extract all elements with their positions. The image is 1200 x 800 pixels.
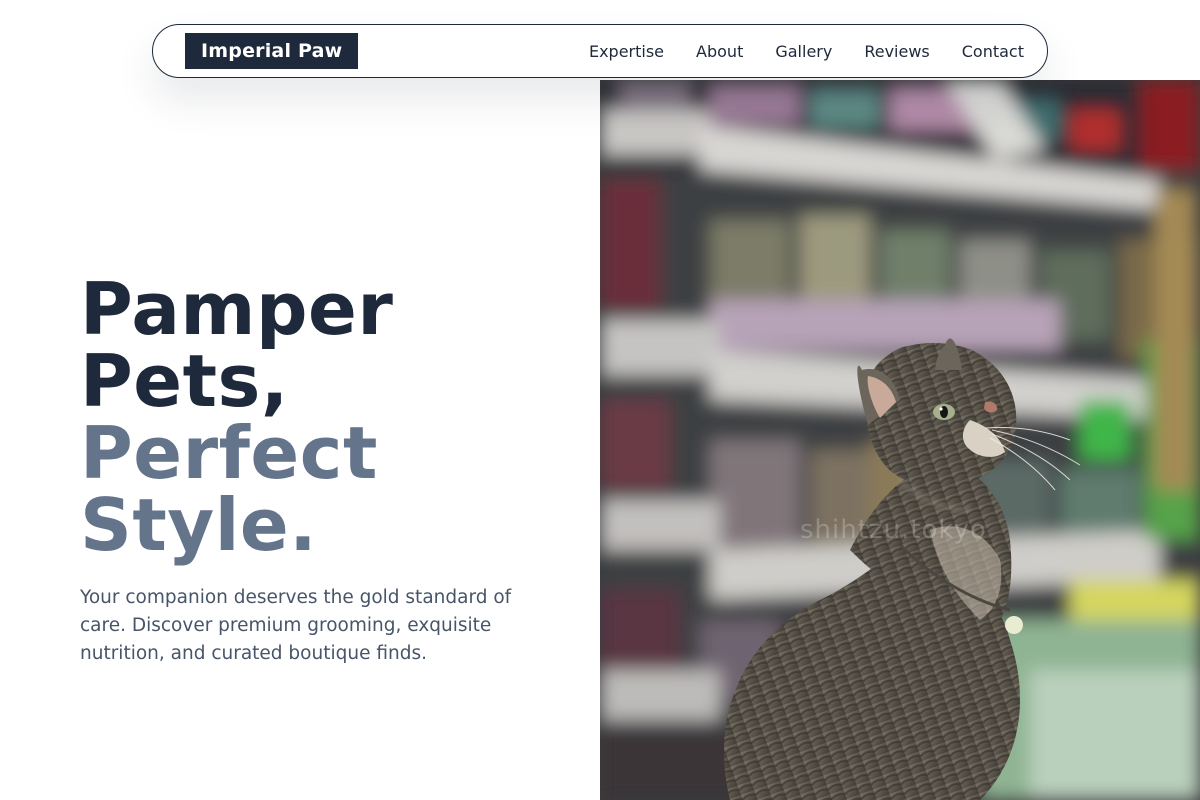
- hero-description: Your companion deserves the gold standar…: [80, 587, 512, 664]
- nav-item: Gallery: [775, 42, 832, 61]
- headline-line: Pets,: [80, 339, 289, 423]
- nav-link-contact[interactable]: Contact: [962, 42, 1024, 61]
- headline-line-accent: Perfect: [80, 411, 378, 495]
- nav-item: About: [696, 42, 743, 61]
- nav-link-about[interactable]: About: [696, 42, 743, 61]
- cat-in-pet-store-illustration: [600, 80, 1200, 800]
- headline-line-accent: Style.: [80, 483, 318, 567]
- image-watermark: shihtzu.tokyo: [800, 515, 987, 545]
- nav-links: Expertise About Gallery Reviews Contact: [589, 25, 1024, 77]
- nav-link-expertise[interactable]: Expertise: [589, 42, 664, 61]
- nav-item: Reviews: [864, 42, 929, 61]
- brand-logo[interactable]: Imperial Paw: [185, 33, 359, 69]
- headline-line: Pamper: [80, 267, 394, 351]
- nav-link-gallery[interactable]: Gallery: [775, 42, 832, 61]
- hero-headline: Pamper Pets, Perfect Style.: [80, 273, 393, 561]
- top-navigation: Imperial Paw Expertise About Gallery Rev…: [152, 24, 1048, 78]
- hero-cat-photo: shihtzu.tokyo: [600, 80, 1200, 800]
- nav-item: Contact: [962, 42, 1024, 61]
- nav-item: Expertise: [589, 42, 664, 61]
- page: Imperial Paw Expertise About Gallery Rev…: [0, 0, 1200, 800]
- nav-link-reviews[interactable]: Reviews: [864, 42, 929, 61]
